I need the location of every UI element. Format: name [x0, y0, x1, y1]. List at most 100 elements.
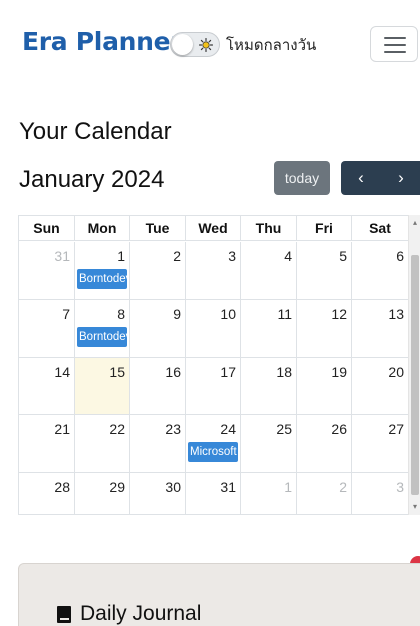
brand-logo[interactable]: Era Planner — [22, 27, 183, 56]
calendar-day-cell[interactable]: 23 — [130, 415, 186, 473]
day-number[interactable]: 14 — [54, 364, 70, 380]
book-icon — [57, 605, 71, 623]
day-number[interactable]: 9 — [173, 306, 181, 322]
weekday-thu: Thu — [241, 216, 297, 241]
calendar-day-cell[interactable]: 19 — [297, 358, 352, 415]
day-number[interactable]: 8 — [117, 306, 125, 322]
calendar-day-cell[interactable]: 30 — [130, 473, 186, 514]
calendar-event[interactable]: Borntodev Day 8 — [77, 327, 127, 347]
calendar-day-cell[interactable]: 15 — [75, 358, 130, 415]
chevron-left-icon: ‹ — [358, 168, 364, 187]
day-number[interactable]: 11 — [277, 306, 292, 322]
calendar-day-cell[interactable]: 2 — [297, 473, 352, 514]
day-number[interactable]: 16 — [165, 364, 181, 380]
weekday-wed: Wed — [186, 216, 241, 241]
toggle-knob — [172, 34, 193, 55]
calendar-day-cell[interactable]: 25 — [241, 415, 297, 473]
calendar-day-cell[interactable]: 31 — [186, 473, 241, 514]
day-number[interactable]: 24 — [220, 421, 236, 437]
journal-title: Daily Journal — [57, 602, 201, 626]
calendar-day-cell[interactable]: 13 — [352, 300, 408, 358]
calendar-day-cell[interactable]: 2 — [130, 242, 186, 300]
calendar-day-cell[interactable]: 12 — [297, 300, 352, 358]
day-number[interactable]: 6 — [396, 248, 404, 264]
calendar-day-cell[interactable]: 11 — [241, 300, 297, 358]
day-number[interactable]: 30 — [165, 479, 181, 495]
weekday-tue: Tue — [130, 216, 186, 241]
calendar-day-cell[interactable]: 3 — [186, 242, 241, 300]
calendar-day-cell[interactable]: 5 — [297, 242, 352, 300]
day-number[interactable]: 21 — [54, 421, 70, 437]
calendar-day-cell[interactable]: 10 — [186, 300, 241, 358]
calendar-day-cell[interactable]: 18 — [241, 358, 297, 415]
calendar-scrollbar[interactable]: ▴ ▾ — [408, 215, 420, 515]
day-number[interactable]: 1 — [284, 479, 292, 495]
calendar-day-cell[interactable]: 14 — [19, 358, 75, 415]
day-number[interactable]: 26 — [331, 421, 347, 437]
calendar-month-title: January 2024 — [19, 166, 165, 193]
calendar-day-cell[interactable]: 31 — [19, 242, 75, 300]
day-number[interactable]: 5 — [339, 248, 347, 264]
hamburger-icon — [384, 51, 406, 53]
day-number[interactable]: 4 — [284, 248, 292, 264]
today-button[interactable]: today — [274, 161, 330, 195]
day-number[interactable]: 28 — [54, 479, 70, 495]
day-number[interactable]: 17 — [220, 364, 236, 380]
chevron-right-icon: › — [398, 168, 404, 187]
hamburger-icon — [384, 37, 406, 39]
navbar: Era Planner โหมดกลางวัน — [0, 0, 420, 84]
calendar-weekday-header: Sun Mon Tue Wed Thu Fri Sat — [19, 216, 408, 241]
day-number[interactable]: 31 — [220, 479, 236, 495]
calendar-day-cell[interactable]: 27 — [352, 415, 408, 473]
calendar-day-cell[interactable]: 8 Borntodev Day 8 — [75, 300, 130, 358]
daily-journal-card: Daily Journal — [18, 563, 420, 626]
theme-toggle[interactable] — [170, 32, 220, 57]
day-number[interactable]: 15 — [109, 364, 125, 380]
calendar-day-cell[interactable]: 21 — [19, 415, 75, 473]
calendar-day-cell[interactable]: 1 — [241, 473, 297, 514]
prev-month-button[interactable]: ‹ — [341, 161, 381, 195]
day-number[interactable]: 12 — [331, 306, 347, 322]
day-number[interactable]: 31 — [54, 248, 70, 264]
day-number[interactable]: 1 — [117, 248, 125, 264]
hamburger-icon — [384, 44, 406, 46]
calendar-day-cell[interactable]: 20 — [352, 358, 408, 415]
calendar-day-cell[interactable]: 1 Borntodev Day 1 — [75, 242, 130, 300]
month-calendar: SunMonTueWedThuFriSat 311Borntodev Day 1… — [18, 215, 408, 515]
calendar-day-cell[interactable]: 16 — [130, 358, 186, 415]
day-number[interactable]: 19 — [331, 364, 347, 380]
calendar-day-cell[interactable]: 22 — [75, 415, 130, 473]
calendar-day-cell[interactable]: 6 — [352, 242, 408, 300]
scroll-up-arrow[interactable]: ▴ — [411, 219, 419, 227]
calendar-day-cell[interactable]: 9 — [130, 300, 186, 358]
day-number[interactable]: 10 — [220, 306, 236, 322]
day-number[interactable]: 7 — [62, 306, 70, 322]
day-number[interactable]: 27 — [388, 421, 404, 437]
calendar-day-cell[interactable]: 7 — [19, 300, 75, 358]
menu-button[interactable] — [370, 26, 418, 62]
day-number[interactable]: 29 — [109, 479, 125, 495]
day-number[interactable]: 13 — [388, 306, 404, 322]
calendar-day-cell[interactable]: 17 — [186, 358, 241, 415]
day-number[interactable]: 3 — [228, 248, 236, 264]
calendar-day-cell[interactable]: 26 — [297, 415, 352, 473]
calendar-day-cell[interactable]: 24 Microsoft — [186, 415, 241, 473]
day-number[interactable]: 25 — [276, 421, 292, 437]
weekday-mon: Mon — [75, 216, 130, 241]
calendar-day-cell[interactable]: 29 — [75, 473, 130, 514]
day-number[interactable]: 20 — [388, 364, 404, 380]
day-number[interactable]: 22 — [109, 421, 125, 437]
day-number[interactable]: 3 — [396, 479, 404, 495]
scrollbar-thumb[interactable] — [411, 255, 419, 495]
calendar-day-cell[interactable]: 28 — [19, 473, 75, 514]
calendar-day-cell[interactable]: 3 — [352, 473, 408, 514]
calendar-day-cell[interactable]: 4 — [241, 242, 297, 300]
next-month-button[interactable]: › — [381, 161, 420, 195]
calendar-event[interactable]: Microsoft — [188, 442, 238, 462]
scroll-down-arrow[interactable]: ▾ — [411, 503, 419, 511]
day-number[interactable]: 23 — [165, 421, 181, 437]
day-number[interactable]: 2 — [339, 479, 347, 495]
day-number[interactable]: 2 — [173, 248, 181, 264]
day-number[interactable]: 18 — [276, 364, 292, 380]
calendar-event[interactable]: Borntodev Day 1 — [77, 269, 127, 289]
